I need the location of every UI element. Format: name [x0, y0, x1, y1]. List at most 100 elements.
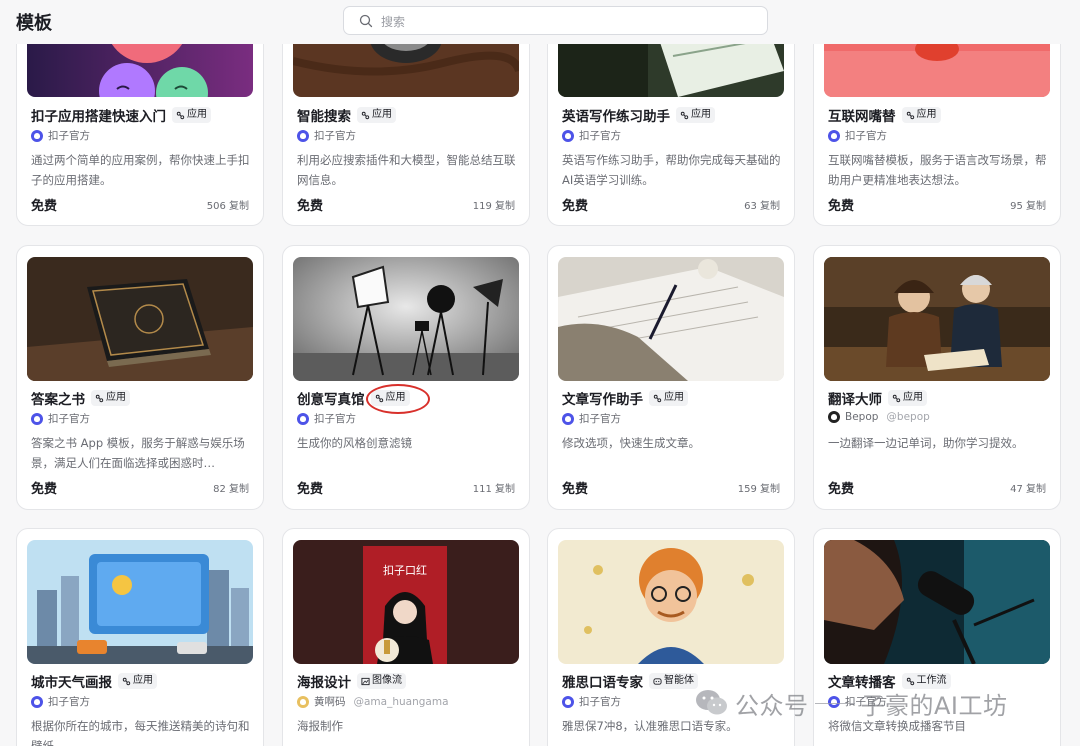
app-icon — [95, 394, 104, 402]
app-icon — [680, 111, 689, 119]
card-thumbnail — [293, 257, 519, 381]
avatar — [31, 412, 43, 425]
card-thumbnail — [558, 540, 784, 664]
author-handle: @ama_huangama — [353, 695, 449, 708]
price-label: 免费 — [297, 199, 324, 214]
app-icon — [906, 111, 914, 119]
author-name: 黄啊码 — [314, 696, 346, 708]
template-card[interactable]: 扣子口红 海报设计 图像流 黄啊码 @ama_huangama 海报制作 — [282, 528, 530, 746]
card-title: 答案之书 — [31, 392, 85, 408]
avatar — [562, 695, 574, 708]
template-card[interactable]: 创意写真馆 应用 扣子官方 生成你的风格创意滤镜 免费 111 复制 — [282, 245, 530, 510]
card-title: 智能搜索 — [297, 109, 351, 125]
template-card[interactable]: 文章写作助手 应用 扣子官方 修改选项，快速生成文章。 免费 159 复制 — [547, 245, 795, 510]
card-title: 扣子应用搭建快速入门 — [31, 109, 166, 125]
card-title: 文章写作助手 — [562, 392, 643, 408]
price-label: 免费 — [31, 199, 58, 214]
avatar — [297, 695, 309, 708]
copy-count: 111 复制 — [472, 484, 515, 495]
type-tag: 智能体 — [649, 673, 698, 689]
card-thumbnail — [27, 540, 253, 664]
type-tag: 应用 — [357, 107, 396, 123]
price-label: 免费 — [297, 482, 324, 497]
type-tag: 应用 — [118, 673, 157, 689]
app-icon — [122, 677, 131, 685]
card-description: 互联网嘴替模板，服务于语言改写场景，帮助用户更精准地表达想法。 — [828, 153, 1047, 187]
page-title: 模板 — [16, 13, 52, 34]
card-description: 生成你的风格创意滤镜 — [297, 436, 412, 450]
type-tag: 应用 — [901, 107, 941, 123]
template-card[interactable]: 答案之书 应用 扣子官方 答案之书 App 模板，服务于解惑与娱乐场景，满足人们在… — [16, 245, 264, 510]
avatar — [828, 411, 840, 423]
watermark-left: 公众号 — [735, 691, 809, 720]
avatar — [297, 412, 309, 425]
card-title: 英语写作练习助手 — [562, 109, 670, 125]
type-tag: 应用 — [91, 390, 130, 406]
app-icon — [176, 111, 185, 119]
price-label: 免费 — [562, 199, 589, 214]
author-name: 扣子官方 — [579, 413, 621, 425]
avatar — [297, 129, 309, 142]
type-tag: 应用 — [676, 107, 715, 123]
watermark: 公众号 子豪的AI工坊 — [695, 683, 1008, 723]
wechat-icon — [696, 690, 727, 715]
copy-count: 119 复制 — [472, 201, 515, 212]
avatar — [562, 412, 574, 425]
card-description: 利用必应搜索插件和大模型，智能总结互联网信息。 — [297, 153, 516, 187]
author-name: 扣子官方 — [48, 413, 90, 425]
card-thumbnail — [824, 540, 1050, 664]
avatar — [562, 129, 574, 142]
card-description: 根据你所在的城市，每天推送精美的诗句和壁纸 — [31, 719, 250, 746]
card-description: 英语写作练习助手，帮助你完成每天基础的AI英语学习训练。 — [562, 153, 781, 187]
copy-count: 82 复制 — [213, 484, 249, 495]
top-bar: 模板 搜索 — [0, 0, 1080, 44]
author-name: 扣子官方 — [48, 130, 90, 142]
price-label: 免费 — [828, 199, 855, 214]
card-title: 创意写真馆 — [297, 392, 365, 408]
app-icon — [653, 394, 662, 402]
price-label: 免费 — [828, 482, 855, 497]
copy-count: 63 复制 — [744, 201, 780, 212]
template-card[interactable]: 城市天气画报 应用 扣子官方 根据你所在的城市，每天推送精美的诗句和壁纸 — [16, 528, 264, 746]
card-description: 海报制作 — [297, 719, 343, 733]
author-name: 扣子官方 — [845, 130, 887, 142]
copy-count: 506 复制 — [206, 201, 249, 212]
card-title: 翻译大师 — [828, 392, 882, 408]
type-tag: 应用 — [172, 107, 211, 123]
author-name: 扣子官方 — [48, 696, 90, 708]
type-tag: 应用 — [649, 390, 688, 406]
search-input[interactable]: 搜索 — [343, 6, 768, 35]
poster-text: 扣子口红 — [383, 563, 427, 577]
author-name: 扣子官方 — [579, 130, 621, 142]
avatar — [828, 129, 840, 142]
watermark-right: 子豪的AI工坊 — [860, 691, 1008, 720]
card-title: 海报设计 — [297, 675, 351, 691]
author-name: 扣子官方 — [314, 413, 356, 425]
card-description: 修改选项，快速生成文章。 — [562, 436, 700, 450]
type-tag: 应用 — [888, 390, 927, 406]
card-description: 答案之书 App 模板，服务于解惑与娱乐场景，满足人们在面临选择或困惑时… — [31, 436, 245, 470]
card-title: 城市天气画报 — [31, 675, 112, 691]
template-card[interactable]: 翻译大师 应用 Bepop @bepop 一边翻译一边记单词，助你学习提效。 免费 … — [813, 245, 1061, 510]
agent-icon — [653, 677, 662, 685]
image-flow-icon — [361, 677, 370, 685]
author-handle: @bepop — [886, 411, 930, 423]
type-tag: 图像流 — [357, 673, 406, 689]
card-title: 互联网嘴替 — [828, 109, 896, 125]
app-icon — [892, 394, 901, 402]
annotation-circle — [366, 384, 430, 414]
avatar — [31, 129, 43, 142]
card-thumbnail — [558, 257, 784, 381]
app-icon — [361, 111, 370, 119]
card-title: 雅思口语专家 — [562, 675, 643, 691]
search-icon — [359, 14, 373, 28]
author-name: 扣子官方 — [579, 696, 621, 708]
author-name: Bepop — [845, 411, 879, 423]
card-description: 通过两个简单的应用案例，帮你快速上手扣子的应用搭建。 — [31, 153, 250, 187]
copy-count: 159 复制 — [737, 484, 780, 495]
price-label: 免费 — [562, 482, 589, 497]
template-grid: 扣子应用搭建快速入门 应用 扣子官方 通过两个简单的应用案例，帮你快速上手扣子的应… — [0, 0, 1080, 746]
copy-count: 95 复制 — [1010, 201, 1046, 212]
copy-count: 47 复制 — [1010, 484, 1046, 495]
card-thumbnail: 扣子口红 — [293, 540, 519, 664]
